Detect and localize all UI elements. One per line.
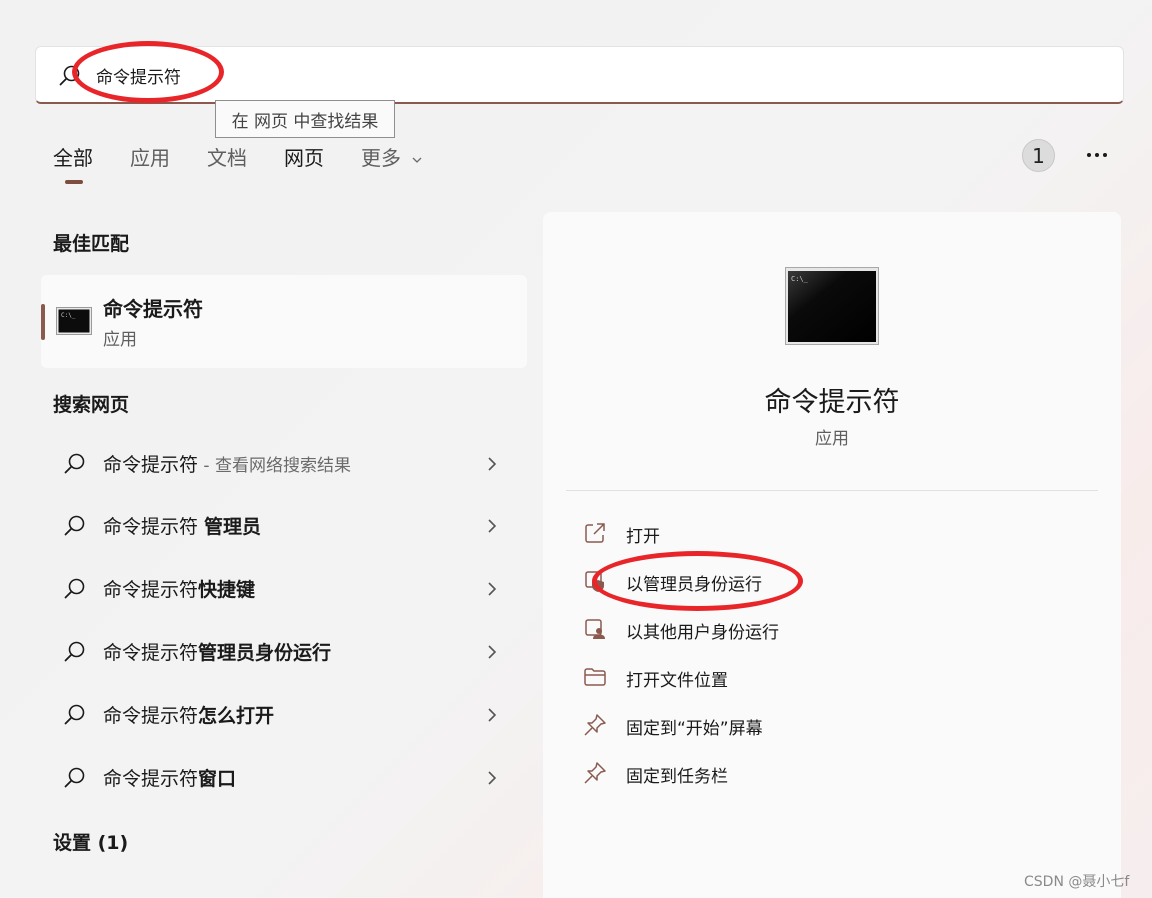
open-external-icon	[585, 523, 605, 543]
detail-app-type: 应用	[815, 429, 849, 449]
active-tab-indicator	[65, 180, 83, 184]
search-input[interactable]	[96, 59, 996, 91]
tab-label: 全部	[53, 146, 93, 170]
action-open-file-location[interactable]: 打开文件位置	[579, 657, 1079, 697]
action-run-as-other-user[interactable]: 以其他用户身份运行	[579, 609, 1079, 649]
rewards-badge[interactable]: 1	[1022, 139, 1055, 172]
svg-text:C:\_: C:\_	[61, 312, 76, 319]
chevron-right-icon	[488, 582, 497, 596]
search-icon	[59, 65, 80, 86]
chevron-right-icon	[488, 519, 497, 533]
action-label: 打开	[626, 527, 660, 547]
run-as-other-user-icon	[585, 619, 605, 639]
chevron-right-icon	[488, 457, 497, 471]
web-result-query: 命令提示符	[103, 516, 205, 538]
web-result-suffix: 管理员身份运行	[198, 642, 332, 664]
web-result-row[interactable]: 命令提示符 管理员	[41, 498, 527, 554]
search-tooltip: 在 网页 中查找结果	[215, 100, 395, 138]
search-icon	[64, 515, 85, 536]
search-icon	[64, 641, 85, 662]
best-match-result[interactable]: C:\_ 命令提示符 应用	[41, 275, 527, 368]
search-icon	[64, 578, 85, 599]
detail-app-name: 命令提示符	[764, 387, 900, 418]
search-icon	[64, 767, 85, 788]
filter-tabs: 全部 应用 文档 网页 更多	[53, 140, 460, 188]
chevron-down-icon	[412, 157, 422, 163]
more-options-icon[interactable]	[1084, 142, 1110, 168]
settings-heading[interactable]: 设置 (1)	[53, 828, 128, 855]
pin-icon	[584, 714, 606, 736]
web-result-query: 命令提示符	[103, 705, 199, 727]
command-prompt-icon: C:\_	[56, 307, 92, 335]
web-result-suffix: 管理员	[204, 516, 262, 538]
chevron-right-icon	[488, 708, 497, 722]
folder-icon	[584, 668, 606, 686]
tab-label: 更多	[361, 146, 401, 170]
action-pin-to-taskbar[interactable]: 固定到任务栏	[579, 753, 1079, 793]
action-label: 打开文件位置	[626, 671, 728, 691]
best-match-heading: 最佳匹配	[53, 233, 130, 255]
action-label: 以管理员身份运行	[626, 575, 762, 595]
chevron-right-icon	[488, 771, 497, 785]
web-result-query: 命令提示符	[103, 768, 199, 790]
tab-label: 网页	[284, 146, 324, 170]
web-result-query: 命令提示符	[103, 454, 199, 476]
search-box[interactable]	[35, 46, 1124, 104]
web-result-row[interactable]: 命令提示符管理员身份运行	[41, 624, 527, 680]
chevron-right-icon	[488, 645, 497, 659]
action-run-as-admin[interactable]: 以管理员身份运行	[579, 561, 1079, 601]
web-result-query: 命令提示符	[103, 579, 199, 601]
action-pin-to-start[interactable]: 固定到“开始”屏幕	[579, 705, 1079, 745]
web-result-row[interactable]: 命令提示符窗口	[41, 750, 527, 806]
divider	[566, 490, 1098, 491]
selection-indicator	[41, 304, 45, 340]
tab-more[interactable]: 更多	[361, 140, 423, 188]
web-result-suffix: 快捷键	[198, 579, 256, 601]
command-prompt-icon: C:\_	[785, 267, 879, 345]
web-result-row[interactable]: 命令提示符 - 查看网络搜索结果	[41, 436, 527, 492]
run-as-admin-icon	[585, 571, 604, 592]
tab-label: 文档	[207, 146, 247, 170]
tab-documents[interactable]: 文档	[207, 140, 247, 188]
tab-web[interactable]: 网页	[284, 140, 324, 188]
svg-text:C:\_: C:\_	[791, 275, 809, 283]
detail-panel: C:\_ 命令提示符 应用 打开 以管理员身份运行 以其他用户身份运行 打开文件…	[543, 212, 1121, 898]
search-icon	[64, 453, 85, 474]
search-icon	[64, 704, 85, 725]
action-label: 以其他用户身份运行	[626, 623, 779, 643]
web-result-row[interactable]: 命令提示符怎么打开	[41, 687, 527, 743]
action-label: 固定到“开始”屏幕	[626, 719, 763, 739]
tab-label: 应用	[130, 146, 170, 170]
search-web-heading: 搜索网页	[53, 394, 130, 416]
best-match-type: 应用	[103, 330, 137, 350]
tab-apps[interactable]: 应用	[130, 140, 170, 188]
web-result-row[interactable]: 命令提示符快捷键	[41, 561, 527, 617]
pin-icon	[584, 762, 606, 784]
best-match-name: 命令提示符	[103, 297, 203, 321]
web-result-subtext: - 查看网络搜索结果	[198, 456, 351, 476]
watermark: CSDN @聂小七f	[1024, 874, 1130, 890]
web-result-query: 命令提示符	[103, 642, 199, 664]
web-result-suffix: 窗口	[198, 768, 237, 790]
tab-all[interactable]: 全部	[53, 140, 93, 188]
web-result-suffix: 怎么打开	[198, 705, 275, 727]
action-open[interactable]: 打开	[579, 513, 1079, 553]
action-label: 固定到任务栏	[626, 767, 728, 787]
